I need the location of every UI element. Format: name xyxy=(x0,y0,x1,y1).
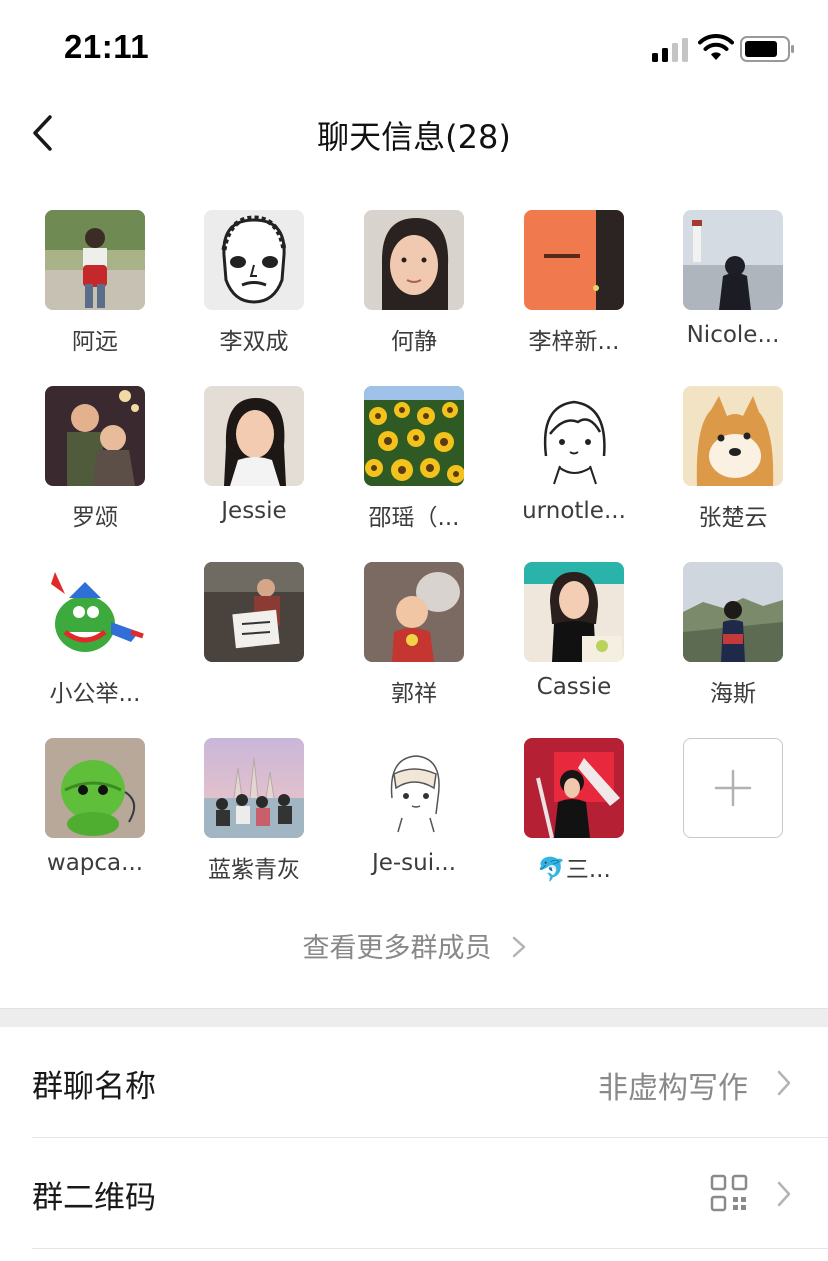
add-member-box xyxy=(683,738,783,838)
member-item[interactable]: 阿远 xyxy=(15,210,175,370)
avatar xyxy=(45,210,145,310)
member-item[interactable]: 郭祥 xyxy=(334,562,494,722)
cellular-signal-icon xyxy=(652,38,688,62)
member-item[interactable]: 蓝紫青灰 xyxy=(174,738,334,898)
member-item[interactable]: Nicole... xyxy=(653,210,813,370)
chevron-right-icon xyxy=(777,1070,791,1096)
member-item[interactable]: 🐬三... xyxy=(494,738,654,898)
status-time: 21:11 xyxy=(64,28,150,65)
avatar xyxy=(45,386,145,486)
member-name: 李双成 xyxy=(219,329,289,355)
avatar xyxy=(524,210,624,310)
member-item[interactable]: urnotle... xyxy=(494,386,654,546)
avatar xyxy=(204,738,304,838)
member-item[interactable]: 何静 xyxy=(334,210,494,370)
avatar xyxy=(364,210,464,310)
section-divider xyxy=(0,1008,828,1027)
member-item[interactable]: 李双成 xyxy=(174,210,334,370)
member-name: 海斯 xyxy=(710,681,756,707)
member-name: 🐬三... xyxy=(537,857,611,883)
group-name-value: 非虚构写作 xyxy=(598,1071,748,1106)
avatar xyxy=(524,386,624,486)
member-name: wapca... xyxy=(46,850,144,876)
member-name: 郭祥 xyxy=(391,681,437,707)
qr-code-icon xyxy=(710,1174,748,1212)
member-name: 小公举... xyxy=(49,681,141,707)
member-item[interactable] xyxy=(174,562,334,722)
member-name: 张楚云 xyxy=(698,505,768,531)
member-item[interactable]: 罗颂 xyxy=(15,386,175,546)
plus-icon xyxy=(714,769,752,807)
avatar xyxy=(683,386,783,486)
status-bar: 21:11 xyxy=(0,0,828,100)
group-name-row[interactable]: 群聊名称 非虚构写作 xyxy=(0,1027,828,1137)
member-item[interactable]: 海斯 xyxy=(653,562,813,722)
member-name: Je-sui... xyxy=(371,850,457,876)
member-name: 罗颂 xyxy=(72,505,118,531)
group-qr-label: 群二维码 xyxy=(32,1180,156,1216)
member-item[interactable]: Jessie xyxy=(174,386,334,546)
chevron-right-icon xyxy=(512,936,525,958)
add-member-button[interactable] xyxy=(653,738,813,898)
avatar xyxy=(364,562,464,662)
avatar xyxy=(683,562,783,662)
member-name: Cassie xyxy=(536,674,612,700)
avatar xyxy=(524,738,624,838)
member-name: Nicole... xyxy=(686,322,780,348)
avatar xyxy=(364,738,464,838)
member-item[interactable]: 邵瑶（... xyxy=(334,386,494,546)
avatar xyxy=(524,562,624,662)
avatar xyxy=(45,562,145,662)
member-name: 阿远 xyxy=(72,329,118,355)
group-name-label: 群聊名称 xyxy=(32,1069,156,1105)
view-more-members-label: 查看更多群成员 xyxy=(302,933,492,964)
member-name: 何静 xyxy=(391,329,437,355)
member-name: urnotle... xyxy=(522,498,626,524)
member-item[interactable]: Je-sui... xyxy=(334,738,494,898)
member-name: 邵瑶（... xyxy=(368,505,460,531)
nav-bar: 聊天信息(28) xyxy=(0,100,828,166)
member-item[interactable]: 小公举... xyxy=(15,562,175,722)
member-item[interactable]: 张楚云 xyxy=(653,386,813,546)
battery-icon xyxy=(740,36,794,62)
group-qr-row[interactable]: 群二维码 xyxy=(0,1138,828,1248)
avatar xyxy=(204,386,304,486)
member-item[interactable]: wapca... xyxy=(15,738,175,898)
member-item[interactable]: 李梓新... xyxy=(494,210,654,370)
page-title: 聊天信息(28) xyxy=(317,118,511,156)
avatar xyxy=(204,210,304,310)
avatar xyxy=(683,210,783,310)
member-name: 蓝紫青灰 xyxy=(208,857,300,883)
member-name: 李梓新... xyxy=(528,329,620,355)
wifi-icon xyxy=(698,34,734,60)
member-item[interactable]: Cassie xyxy=(494,562,654,722)
avatar xyxy=(364,386,464,486)
avatar xyxy=(204,562,304,662)
chevron-right-icon xyxy=(777,1181,791,1207)
view-more-members-link[interactable]: 查看更多群成员 xyxy=(0,926,828,965)
row-separator xyxy=(32,1248,828,1249)
member-name: Jessie xyxy=(221,498,287,524)
avatar xyxy=(45,738,145,838)
